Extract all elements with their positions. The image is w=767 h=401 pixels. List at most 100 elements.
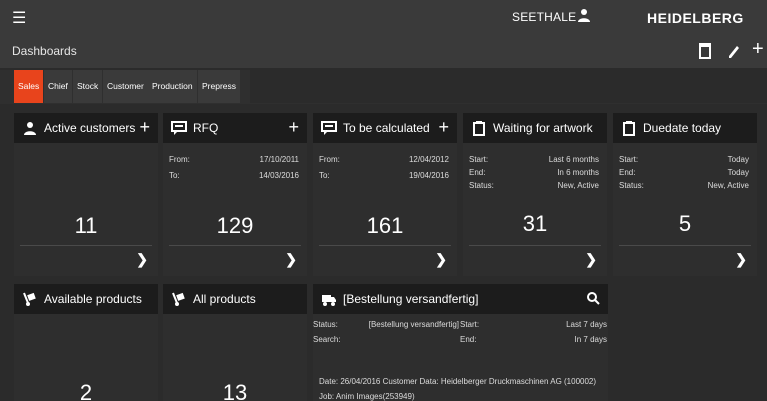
divider <box>169 245 301 246</box>
from-label: From: <box>319 155 340 164</box>
end-label: End: <box>619 168 636 177</box>
end-label: End: <box>469 168 486 177</box>
card-bestellung-versandfertig: [Bestellung versandfertig] Status: [Best… <box>313 284 608 401</box>
tab-chief[interactable]: Chief <box>44 70 72 103</box>
chevron-right-icon[interactable]: ❯ <box>735 251 747 268</box>
status-row: Status: [Bestellung versandfertig] <box>313 320 459 332</box>
card-count[interactable]: 11 <box>14 213 158 239</box>
card-count[interactable]: 129 <box>163 213 307 239</box>
card-count[interactable]: 31 <box>463 211 607 237</box>
status-value: New, Active <box>707 181 749 190</box>
tab-bar-filler <box>250 70 767 103</box>
page-title: Dashboards <box>12 44 77 58</box>
card-title: Active customers <box>44 121 136 135</box>
card-title: All products <box>193 292 256 306</box>
tab-production[interactable]: Production <box>148 70 197 103</box>
status-value: New, Active <box>557 181 599 190</box>
status-row: Status: New, Active <box>619 181 749 193</box>
card-duedate-today: Duedate today Start: Today End: Today St… <box>613 113 757 276</box>
truck-icon <box>322 295 336 306</box>
end-value: Today <box>727 168 749 177</box>
add-icon[interactable]: + <box>438 117 449 138</box>
card-header: Active customers + <box>14 113 158 143</box>
clipboard-icon <box>623 121 635 136</box>
to-value: 14/03/2016 <box>258 171 299 180</box>
chat-icon <box>321 121 337 135</box>
start-row: Start: Last 6 months <box>469 155 599 167</box>
tab-sales[interactable]: Sales <box>14 70 44 103</box>
chat-icon <box>171 121 187 135</box>
tab-prepress[interactable]: Prepress <box>198 70 241 103</box>
search-icon[interactable] <box>586 291 600 305</box>
from-value: 12/04/2012 <box>408 155 449 164</box>
from-label: From: <box>169 155 190 164</box>
start-label: Start: <box>460 320 480 329</box>
card-to-be-calculated: To be calculated + From: 12/04/2012 To: … <box>313 113 457 276</box>
user-icon <box>24 122 36 135</box>
status-row: Status: New, Active <box>469 181 599 193</box>
to-row: To: 19/04/2016 <box>319 171 449 183</box>
end-value: In 7 days <box>574 335 607 344</box>
card-header: Duedate today <box>613 113 757 143</box>
to-label: To: <box>319 171 330 180</box>
search-label: Search: <box>313 335 341 344</box>
card-count[interactable]: 2 <box>14 380 158 401</box>
start-value: Today <box>727 155 749 164</box>
start-label: Start: <box>469 155 489 164</box>
chevron-right-icon[interactable]: ❯ <box>285 251 297 268</box>
status-value: [Bestellung versandfertig] <box>368 320 459 329</box>
add-dashboard-icon[interactable]: + <box>752 38 767 60</box>
card-header: RFQ + <box>163 113 307 143</box>
card-title: [Bestellung versandfertig] <box>343 292 479 306</box>
search-row: Search: <box>313 335 459 347</box>
clipboard-icon <box>473 121 485 136</box>
chevron-right-icon[interactable]: ❯ <box>585 251 597 268</box>
result-line[interactable]: Date: 26/04/2016 Customer Data: Heidelbe… <box>319 377 596 386</box>
card-available-products: Available products 2 <box>14 284 158 401</box>
user-name[interactable]: SEETHALE <box>512 10 576 24</box>
from-row: From: 12/04/2012 <box>319 155 449 167</box>
menu-icon[interactable]: ☰ <box>12 8 26 28</box>
divider <box>619 245 751 246</box>
chevron-right-icon[interactable]: ❯ <box>136 251 148 268</box>
card-title: RFQ <box>193 121 219 135</box>
edit-icon[interactable] <box>726 42 742 60</box>
start-row: Start: Last 7 days <box>460 320 607 332</box>
hand-truck-icon <box>172 292 185 306</box>
card-count[interactable]: 161 <box>313 213 457 239</box>
end-label: End: <box>460 335 477 344</box>
start-row: Start: Today <box>619 155 749 167</box>
to-value: 19/04/2016 <box>408 171 449 180</box>
end-row: End: In 7 days <box>460 335 607 347</box>
end-row: End: Today <box>619 168 749 180</box>
card-all-products: All products 13 <box>163 284 307 401</box>
card-title: To be calculated <box>343 121 430 135</box>
divider <box>20 245 152 246</box>
start-label: Start: <box>619 155 639 164</box>
add-icon[interactable]: + <box>288 117 299 138</box>
card-header: Available products <box>14 284 158 314</box>
card-header: All products <box>163 284 307 314</box>
card-active-customers: Active customers + 11 ❯ <box>14 113 158 276</box>
from-value: 17/10/2011 <box>259 155 299 164</box>
user-icon[interactable] <box>577 8 591 22</box>
chevron-right-icon[interactable]: ❯ <box>435 251 447 268</box>
card-header: To be calculated + <box>313 113 457 143</box>
card-count[interactable]: 5 <box>613 211 757 237</box>
card-title: Waiting for artwork <box>493 121 593 135</box>
add-icon[interactable]: + <box>139 117 150 138</box>
dashboard-bar <box>0 36 767 68</box>
status-label: Status: <box>313 320 338 329</box>
tab-customer[interactable]: Customer <box>103 70 148 103</box>
card-count[interactable]: 13 <box>163 380 307 401</box>
start-value: Last 6 months <box>548 155 599 164</box>
end-row: End: In 6 months <box>469 168 599 180</box>
card-title: Available products <box>44 292 142 306</box>
tab-stock[interactable]: Stock <box>73 70 103 103</box>
result-line-2[interactable]: Job: Anim Images(253949) <box>319 392 415 401</box>
from-row: From: 17/10/2011 <box>169 155 299 167</box>
start-value: Last 7 days <box>566 320 607 329</box>
status-label: Status: <box>619 181 644 190</box>
card-rfq: RFQ + From: 17/10/2011 To: 14/03/2016 12… <box>163 113 307 276</box>
delete-icon[interactable] <box>697 42 713 60</box>
